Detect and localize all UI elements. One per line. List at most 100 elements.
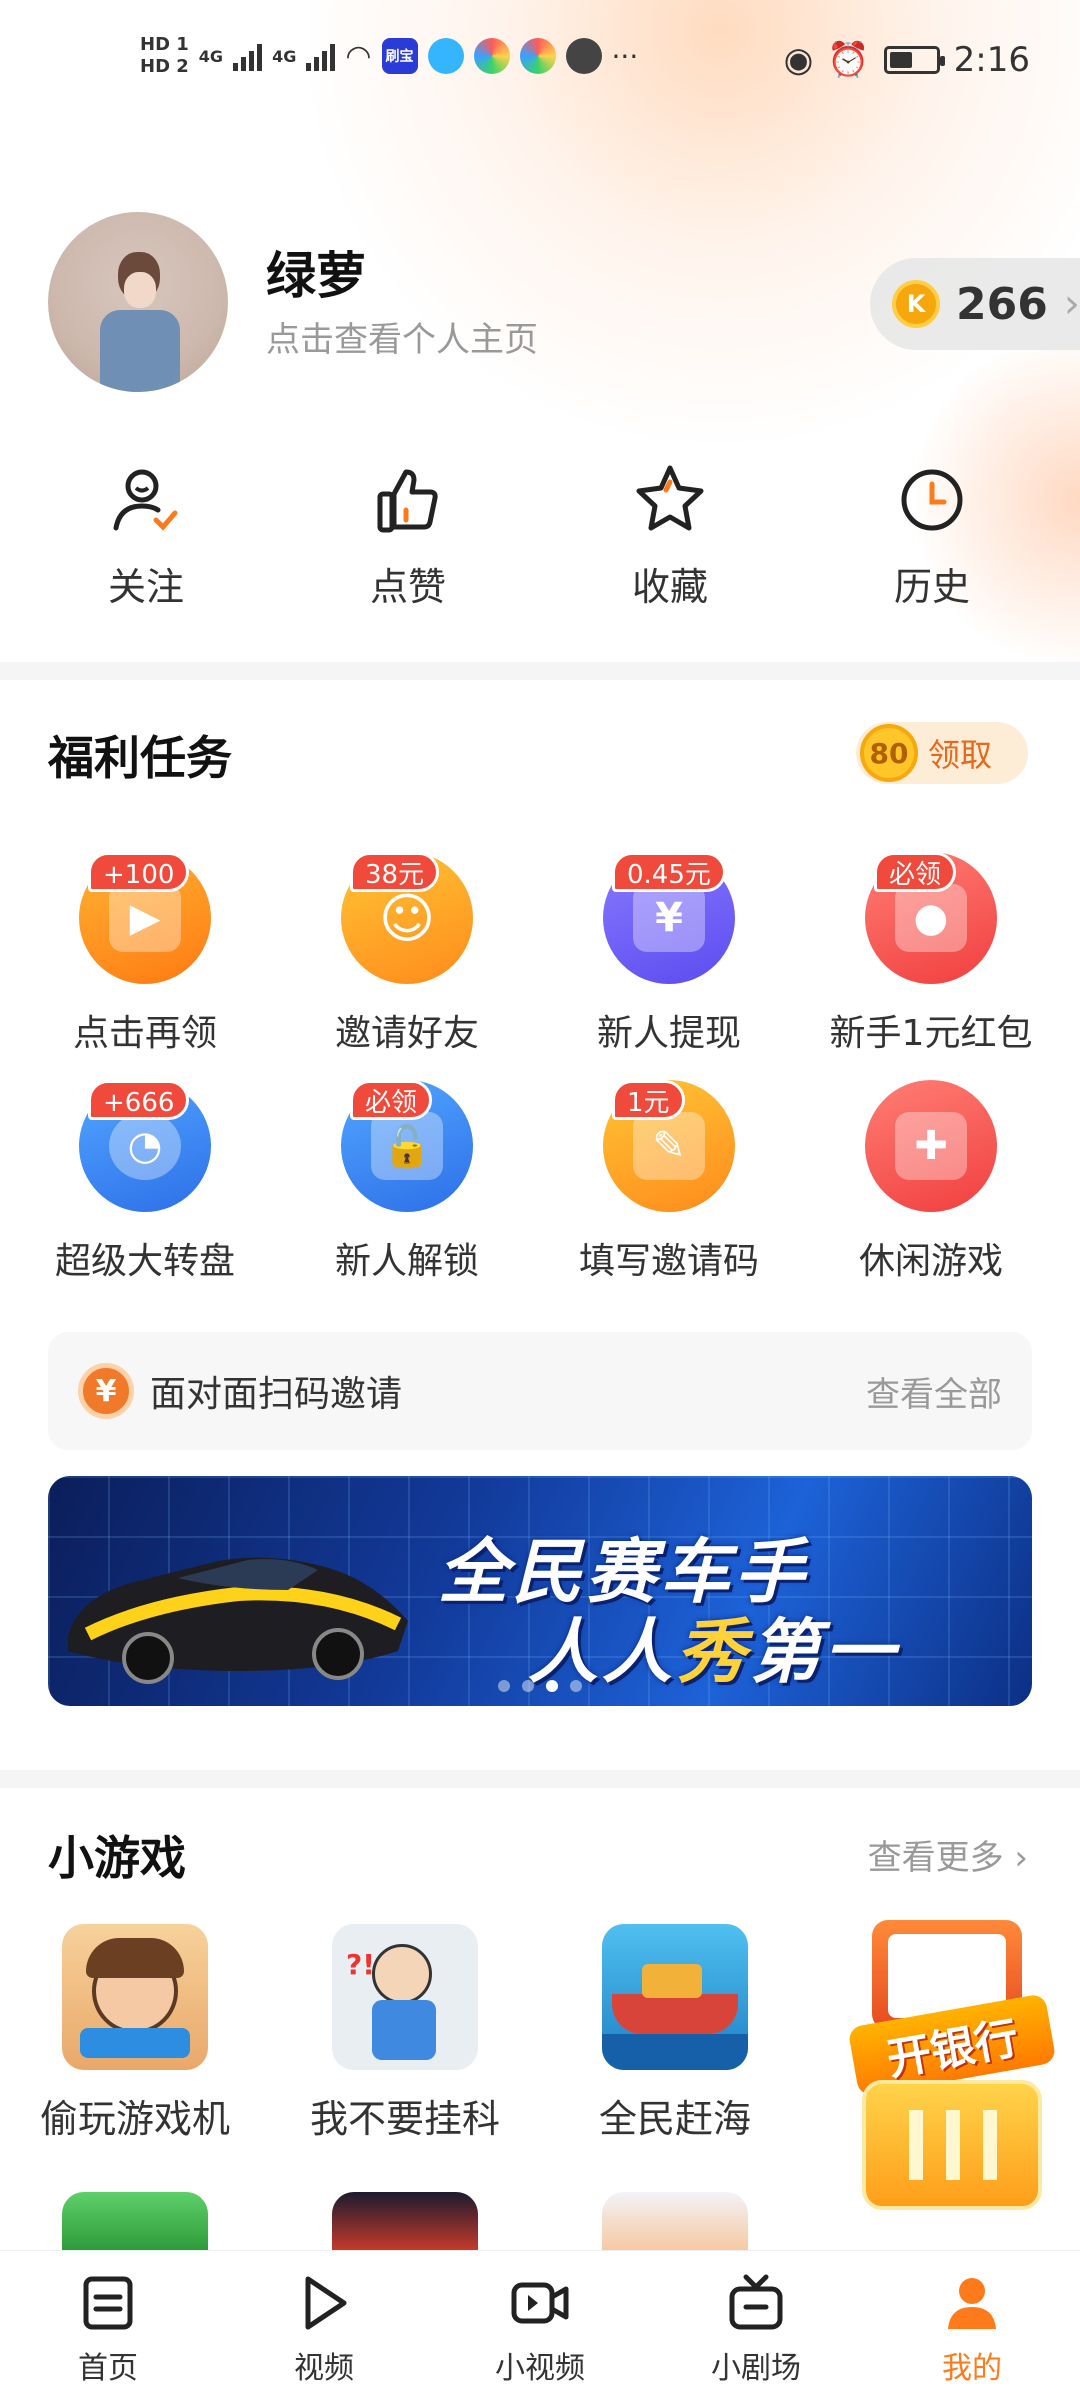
- nav-theater[interactable]: 小剧场: [676, 2271, 836, 2387]
- nav-home-label: 首页: [78, 2351, 138, 2386]
- network-type-1: 4G: [198, 46, 224, 66]
- carousel-dot-active[interactable]: [546, 1680, 558, 1692]
- browser-notification-icon: [427, 38, 464, 74]
- quick-favorite-label: 收藏: [631, 565, 708, 609]
- task-item[interactable]: ✎ 1元 填写邀请码: [544, 1080, 794, 1284]
- status-left: HD 1 HD 2 4G 4G ◠ 刷宝 ···: [140, 34, 638, 78]
- short-video-icon: [511, 2282, 569, 2324]
- nav-mine[interactable]: 我的: [892, 2271, 1052, 2387]
- status-time: 2:16: [953, 40, 1030, 80]
- view-more-link[interactable]: 查看更多 ›: [868, 1830, 1028, 1879]
- section-divider: [0, 1770, 1080, 1788]
- quick-history[interactable]: 历史: [842, 460, 1022, 611]
- hd-indicators: HD 1 HD 2: [140, 34, 189, 78]
- promo-banner[interactable]: 全民赛车手 人人秀第一: [48, 1476, 1032, 1706]
- task-badge: +100: [88, 852, 190, 892]
- battery-icon: [883, 46, 945, 74]
- quick-like[interactable]: 点赞: [318, 460, 498, 611]
- star-icon: [636, 465, 704, 531]
- task-badge: 必领: [350, 1080, 433, 1120]
- game-thumbnail-partial[interactable]: [62, 2192, 208, 2250]
- task-item[interactable]: ☺ 38元 邀请好友: [282, 852, 532, 1056]
- quick-follow-label: 关注: [107, 565, 184, 609]
- game-label: 全民赶海: [598, 2097, 751, 2141]
- nav-theater-label: 小剧场: [711, 2351, 801, 2386]
- task-item[interactable]: ● 必领 新手1元红包: [806, 852, 1056, 1056]
- game-thumbnail: [602, 1924, 748, 2070]
- app-notification-icon: 刷宝: [381, 38, 418, 74]
- coin-balance-button[interactable]: K 266 ›: [870, 258, 1080, 350]
- profile-name[interactable]: 绿萝: [266, 236, 366, 308]
- task-label: 新手1元红包: [829, 1013, 1033, 1054]
- claim-button[interactable]: 80 领取: [856, 722, 1028, 784]
- task-label: 邀请好友: [334, 1013, 479, 1054]
- home-icon: [83, 2276, 133, 2330]
- section-divider: [0, 662, 1080, 680]
- claim-label: 领取: [928, 736, 993, 774]
- game-item[interactable]: ?! 我不要挂科: [270, 1924, 540, 2143]
- carousel-dots: [48, 1680, 1032, 1692]
- mini-games-title: 小游戏: [48, 1831, 186, 1885]
- yuan-icon: ¥: [78, 1363, 134, 1419]
- view-all-link[interactable]: 查看全部: [866, 1367, 1002, 1416]
- invite-bar[interactable]: ¥ 面对面扫码邀请 查看全部: [48, 1332, 1032, 1450]
- quick-follow[interactable]: 关注: [56, 460, 236, 611]
- game-item[interactable]: 偷玩游戏机: [0, 1924, 270, 2143]
- game-thumbnail: ?!: [332, 1924, 478, 2070]
- game-item[interactable]: 全民赶海: [540, 1924, 810, 2143]
- welfare-title: 福利任务: [48, 731, 232, 785]
- network-type-2: 4G: [272, 46, 297, 66]
- nav-short-video-label: 小视频: [495, 2351, 585, 2386]
- nav-short-video[interactable]: 小视频: [460, 2271, 620, 2387]
- chevron-right-icon: ›: [1014, 1838, 1028, 1878]
- signal-1-icon: [233, 41, 263, 71]
- game-label: 偷玩游戏机: [39, 2097, 230, 2141]
- coin-icon: K: [892, 280, 940, 328]
- carousel-dot[interactable]: [522, 1680, 534, 1692]
- nav-video[interactable]: 视频: [244, 2271, 404, 2387]
- task-item[interactable]: ▶ +100 点击再领: [20, 852, 270, 1056]
- bank-promo-float[interactable]: 开银行: [847, 1920, 1057, 2240]
- gamepad-icon: ✚: [865, 1080, 997, 1212]
- eye-comfort-icon: ◉: [783, 40, 814, 80]
- task-badge: 必领: [874, 852, 957, 892]
- task-label: 新人解锁: [334, 1241, 479, 1282]
- invite-text: 面对面扫码邀请: [150, 1374, 403, 1415]
- task-badge: +666: [88, 1080, 190, 1120]
- signal-2-icon: [306, 41, 336, 71]
- play-icon: [305, 2276, 347, 2330]
- clock-icon: [901, 469, 963, 531]
- avatar[interactable]: [48, 212, 228, 392]
- task-badge: 1元: [612, 1080, 685, 1120]
- coin-value: 266: [956, 278, 1048, 330]
- more-notifications-icon: ···: [611, 39, 639, 73]
- nav-home[interactable]: 首页: [28, 2271, 188, 2387]
- task-item[interactable]: ✚ 休闲游戏: [806, 1080, 1056, 1284]
- hd1-label: HD 1: [140, 34, 189, 55]
- quick-history-label: 历史: [893, 565, 970, 609]
- video-app-notification-2-icon: [519, 38, 556, 74]
- game-thumbnail-partial[interactable]: [602, 2192, 748, 2250]
- bottom-nav: 首页 视频 小视频 小剧场 我的: [0, 2250, 1080, 2400]
- alarm-icon: ⏰: [827, 40, 870, 80]
- game-thumbnail: [62, 1924, 208, 2070]
- video-app-notification-icon: [473, 38, 510, 74]
- task-item[interactable]: ¥ 0.45元 新人提现: [544, 852, 794, 1056]
- carousel-dot[interactable]: [498, 1680, 510, 1692]
- chevron-right-icon: ›: [1063, 281, 1080, 327]
- profile-subtitle[interactable]: 点击查看个人主页: [266, 312, 538, 361]
- view-more-label: 查看更多: [867, 1838, 1004, 1878]
- carousel-dot[interactable]: [570, 1680, 582, 1692]
- game-thumbnail-partial[interactable]: [332, 2192, 478, 2250]
- task-label: 填写邀请码: [578, 1241, 759, 1282]
- task-item[interactable]: ◔ +666 超级大转盘: [20, 1080, 270, 1284]
- race-car-image: [68, 1557, 408, 1684]
- task-label: 新人提现: [596, 1013, 741, 1054]
- quick-like-label: 点赞: [369, 565, 446, 609]
- task-item[interactable]: 🔓 必领 新人解锁: [282, 1080, 532, 1284]
- quick-actions: 关注 点赞 收藏 历史: [0, 460, 1080, 630]
- nav-mine-label: 我的: [942, 2351, 1002, 2386]
- quick-favorite[interactable]: 收藏: [580, 460, 760, 611]
- task-label: 点击再领: [72, 1013, 217, 1054]
- message-notification-icon: [565, 38, 602, 74]
